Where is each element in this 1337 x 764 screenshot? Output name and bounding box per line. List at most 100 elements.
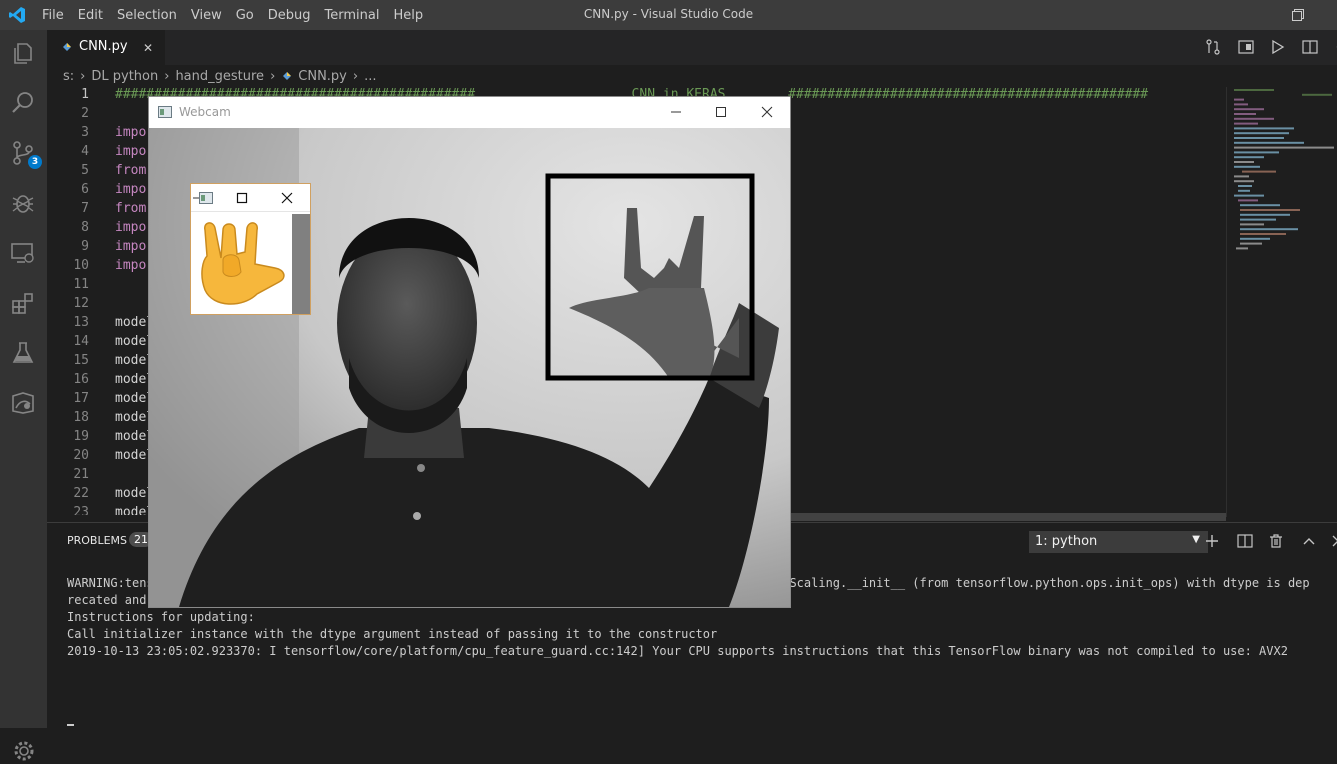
run-file-icon[interactable] bbox=[1270, 39, 1286, 55]
line-number: 14 bbox=[47, 334, 89, 349]
maximize-icon[interactable] bbox=[714, 105, 728, 119]
minimap-line bbox=[1240, 219, 1276, 221]
minimap-line bbox=[1238, 199, 1258, 201]
testing-flask-icon[interactable] bbox=[10, 340, 36, 366]
minimap-line bbox=[1238, 185, 1252, 187]
extensions-icon[interactable] bbox=[10, 290, 36, 316]
close-panel-icon[interactable] bbox=[1330, 533, 1337, 549]
remote-icon[interactable] bbox=[10, 390, 36, 416]
split-terminal-icon[interactable] bbox=[1237, 533, 1253, 549]
minimap-line bbox=[1240, 243, 1262, 245]
menu-go[interactable]: Go bbox=[236, 8, 254, 23]
line-number: 23 bbox=[47, 505, 89, 515]
menu-help[interactable]: Help bbox=[393, 8, 423, 23]
webcam-window[interactable]: Webcam bbox=[148, 96, 791, 608]
line-number: 1 bbox=[47, 87, 89, 102]
minimap-line bbox=[1240, 238, 1270, 240]
minimap-line bbox=[1234, 195, 1264, 197]
source-control-badge: 3 bbox=[28, 155, 42, 169]
terminal-line: Instructions for updating: bbox=[67, 609, 1337, 626]
editor-tab-bar: CNN.py ✕ bbox=[47, 30, 1337, 65]
breadcrumb-separator-icon: › bbox=[164, 69, 169, 84]
menu-file[interactable]: File bbox=[42, 8, 64, 23]
tab-problems[interactable]: PROBLEMS bbox=[67, 534, 127, 547]
minimap[interactable] bbox=[1232, 87, 1337, 517]
line-number: 5 bbox=[47, 163, 89, 178]
minimap-line bbox=[1234, 123, 1258, 125]
maximize-panel-icon[interactable] bbox=[1301, 533, 1317, 549]
breadcrumb-symbol[interactable]: ... bbox=[364, 69, 376, 84]
close-icon[interactable] bbox=[280, 191, 294, 205]
window-app-icon bbox=[158, 106, 172, 118]
close-icon[interactable] bbox=[760, 105, 774, 119]
more-actions-icon[interactable] bbox=[1330, 39, 1337, 55]
minimap-line bbox=[1234, 118, 1274, 120]
line-number: 2 bbox=[47, 106, 89, 121]
line-number: 7 bbox=[47, 201, 89, 216]
minimap-line bbox=[1234, 113, 1256, 115]
minimap-line bbox=[1234, 166, 1260, 168]
line-number: 13 bbox=[47, 315, 89, 330]
breadcrumb-file[interactable]: CNN.py bbox=[298, 69, 347, 84]
line-number: 18 bbox=[47, 410, 89, 425]
minimap-line bbox=[1234, 108, 1264, 110]
minimap-line bbox=[1238, 190, 1250, 192]
line-number: 21 bbox=[47, 467, 89, 482]
menu-edit[interactable]: Edit bbox=[78, 8, 103, 23]
prediction-title-bar[interactable] bbox=[191, 184, 310, 212]
tab-label: CNN.py bbox=[79, 39, 128, 54]
breadcrumb-subfolder[interactable]: hand_gesture bbox=[175, 69, 264, 84]
python-file-icon bbox=[61, 41, 73, 53]
open-preview-icon[interactable] bbox=[1238, 39, 1254, 55]
minimap-line bbox=[1242, 171, 1276, 173]
minimap-line bbox=[1240, 214, 1290, 216]
breadcrumb: s: › DL python › hand_gesture › CNN.py ›… bbox=[47, 65, 1337, 87]
breadcrumb-drive[interactable]: s: bbox=[63, 69, 74, 84]
line-number: 15 bbox=[47, 353, 89, 368]
new-terminal-icon[interactable] bbox=[1204, 533, 1220, 549]
breadcrumb-folder[interactable]: DL python bbox=[91, 69, 158, 84]
webcam-title-bar[interactable]: Webcam bbox=[149, 97, 790, 128]
split-editor-icon[interactable] bbox=[1302, 39, 1318, 55]
minimap-line bbox=[1302, 94, 1332, 96]
line-number: 6 bbox=[47, 182, 89, 197]
minimap-line bbox=[1240, 233, 1286, 235]
line-number: 20 bbox=[47, 448, 89, 463]
open-changes-icon[interactable] bbox=[1205, 39, 1221, 55]
remote-explorer-icon[interactable] bbox=[10, 240, 36, 266]
minimap-line bbox=[1234, 151, 1279, 153]
minimap-line bbox=[1240, 209, 1300, 211]
tab-close-icon[interactable]: ✕ bbox=[143, 41, 153, 55]
minimap-line bbox=[1240, 223, 1264, 225]
terminal-select[interactable]: 1: python ▼ bbox=[1029, 531, 1208, 553]
minimap-line bbox=[1234, 147, 1334, 149]
minimap-line bbox=[1234, 142, 1304, 144]
line-number: 16 bbox=[47, 372, 89, 387]
minimize-icon[interactable] bbox=[669, 105, 683, 119]
minimap-line bbox=[1234, 161, 1254, 163]
minimap-line bbox=[1240, 204, 1280, 206]
explorer-icon[interactable] bbox=[10, 40, 36, 66]
maximize-icon[interactable] bbox=[235, 191, 249, 205]
menu-bar: File Edit Selection View Go Debug Termin… bbox=[42, 0, 437, 30]
line-number: 19 bbox=[47, 429, 89, 444]
prediction-side-strip bbox=[292, 214, 310, 314]
menu-view[interactable]: View bbox=[191, 8, 222, 23]
line-number: 4 bbox=[47, 144, 89, 159]
python-file-icon bbox=[281, 70, 293, 82]
menu-terminal[interactable]: Terminal bbox=[325, 8, 380, 23]
tab-cnn-py[interactable]: CNN.py ✕ bbox=[47, 30, 165, 65]
debug-icon[interactable] bbox=[10, 190, 36, 216]
breadcrumb-separator-icon: › bbox=[80, 69, 85, 84]
gesture-prediction-window[interactable] bbox=[190, 183, 311, 315]
kill-terminal-icon[interactable] bbox=[1268, 533, 1284, 549]
menu-debug[interactable]: Debug bbox=[268, 8, 311, 23]
gear-icon[interactable] bbox=[11, 738, 37, 764]
breadcrumb-separator-icon: › bbox=[270, 69, 275, 84]
menu-selection[interactable]: Selection bbox=[117, 8, 177, 23]
minimap-line bbox=[1234, 99, 1244, 101]
restore-window-icon[interactable] bbox=[1291, 8, 1305, 22]
line-number: 9 bbox=[47, 239, 89, 254]
webcam-title: Webcam bbox=[179, 105, 231, 119]
search-icon[interactable] bbox=[10, 90, 36, 116]
